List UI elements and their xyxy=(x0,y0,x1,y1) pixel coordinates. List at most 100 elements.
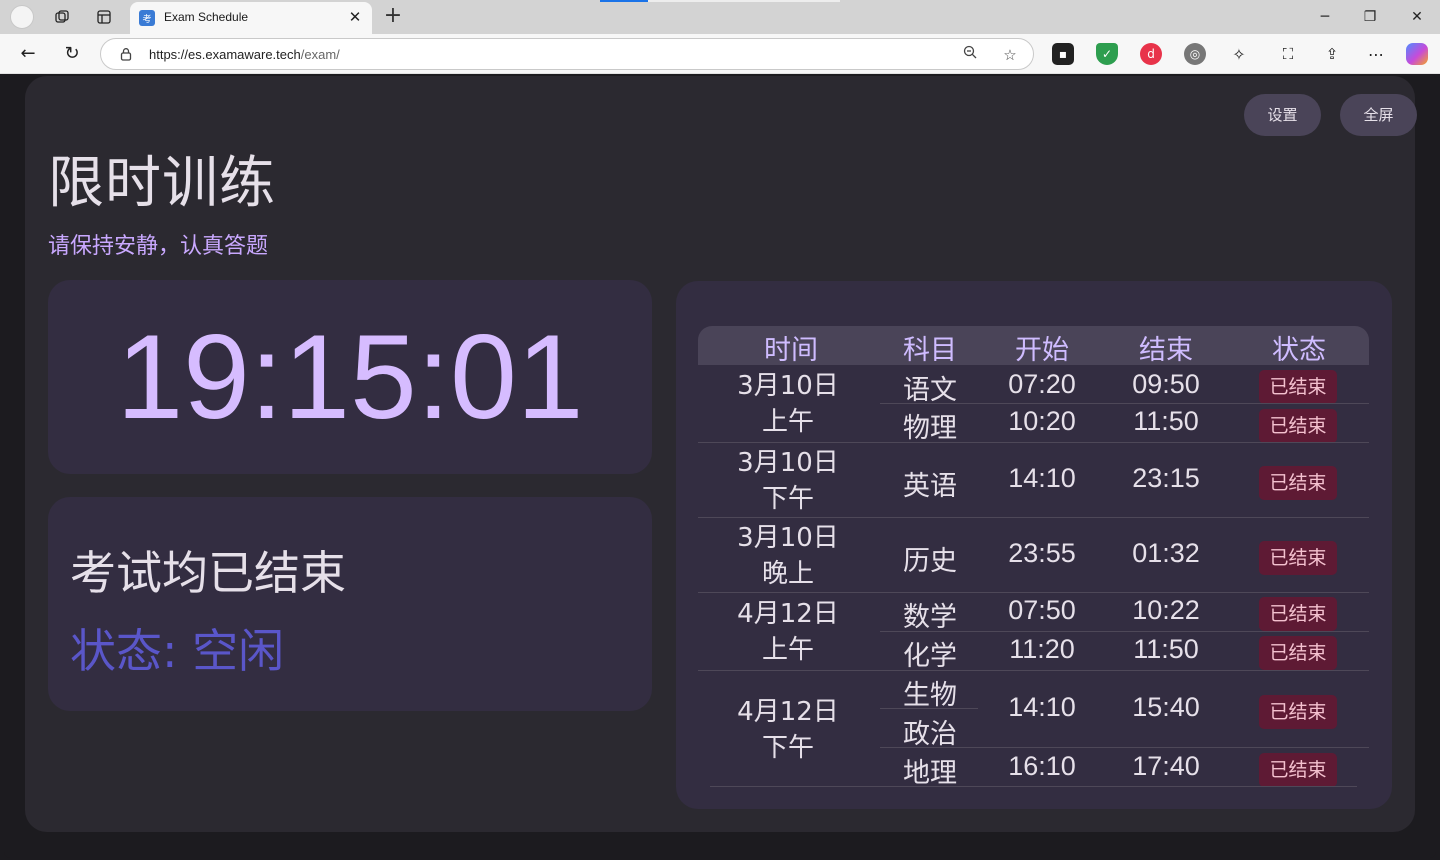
row-start: 14:10 xyxy=(1008,692,1076,722)
group-period: 上午 xyxy=(761,635,814,665)
row-divider xyxy=(698,517,1369,518)
browser-tab-active[interactable]: 考 Exam Schedule ✕ xyxy=(130,2,372,34)
status-badge: 已结束 xyxy=(1259,370,1337,404)
group-period: 上午 xyxy=(761,407,814,437)
window-close-icon[interactable]: ✕ xyxy=(1403,4,1431,30)
row-start: 07:20 xyxy=(1008,369,1076,399)
url-text: https://es.examaware.tech/exam/ xyxy=(149,47,340,62)
favicon-icon: 考 xyxy=(139,10,155,26)
row-end: 23:15 xyxy=(1132,463,1200,493)
row-subject: 地理 xyxy=(903,758,957,789)
zoom-icon[interactable] xyxy=(959,44,981,66)
table-header: 时间 科目 开始 结束 状态 xyxy=(698,326,1369,366)
group-period: 下午 xyxy=(761,484,814,514)
row-end: 01:32 xyxy=(1132,538,1200,568)
row-end: 10:22 xyxy=(1132,595,1200,625)
screenshot-icon[interactable]: ⛶ xyxy=(1277,43,1299,65)
status-state: 状态: 空闲 xyxy=(70,624,285,678)
row-subject: 英语 xyxy=(903,471,957,502)
status-card: 考试均已结束 状态: 空闲 xyxy=(48,497,652,711)
page-subtitle: 请保持安静，认真答题 xyxy=(48,234,269,259)
header-end: 结束 xyxy=(1139,335,1193,366)
header-status: 状态 xyxy=(1272,335,1326,366)
header-time: 时间 xyxy=(764,335,818,366)
row-end: 15:40 xyxy=(1132,692,1200,722)
row-start: 11:20 xyxy=(1009,634,1075,664)
status-badge: 已结束 xyxy=(1259,541,1337,575)
browser-tab-bar: 考 Exam Schedule ✕ + ─ ❐ ✕ xyxy=(0,0,1440,34)
row-end: 09:50 xyxy=(1132,369,1200,399)
row-start: 23:55 xyxy=(1008,538,1076,568)
status-badge: 已结束 xyxy=(1259,409,1337,443)
row-divider xyxy=(880,747,1369,748)
row-divider xyxy=(880,631,1369,632)
profile-icon[interactable] xyxy=(10,5,34,29)
status-badge: 已结束 xyxy=(1259,636,1337,670)
extension-icon-1[interactable]: ▪ xyxy=(1052,43,1074,65)
row-divider xyxy=(698,592,1369,593)
tab-indicator xyxy=(600,0,648,2)
row-divider xyxy=(880,403,1369,404)
extension-icon-3[interactable]: d xyxy=(1140,43,1162,65)
row-start: 07:50 xyxy=(1008,595,1076,625)
page-title: 限时训练 xyxy=(48,151,276,216)
row-divider xyxy=(698,670,1369,671)
status-message: 考试均已结束 xyxy=(70,546,346,600)
tab-indicator-track xyxy=(648,0,840,2)
group-date: 3月10日 xyxy=(737,448,839,478)
browser-nav-bar: ← ↻ https://es.examaware.tech/exam/ ☆ ▪ … xyxy=(0,34,1440,74)
shield-icon[interactable]: ✓ xyxy=(1096,43,1118,65)
address-bar[interactable]: https://es.examaware.tech/exam/ ☆ xyxy=(100,38,1034,70)
group-period: 下午 xyxy=(761,733,814,763)
status-badge: 已结束 xyxy=(1259,695,1337,729)
row-subject: 物理 xyxy=(903,413,957,444)
back-icon[interactable]: ← xyxy=(15,41,41,67)
row-subject-2: 政治 xyxy=(903,719,957,750)
row-subject: 生物 xyxy=(903,680,957,711)
row-divider xyxy=(710,786,1357,787)
row-subject: 历史 xyxy=(903,546,957,577)
copilot-icon[interactable] xyxy=(1406,43,1428,65)
header-start: 开始 xyxy=(1015,335,1069,366)
more-menu-icon[interactable]: ⋯ xyxy=(1365,43,1387,65)
new-tab-icon[interactable]: + xyxy=(380,4,406,30)
workspaces-icon[interactable] xyxy=(50,6,74,28)
tab-actions-icon[interactable] xyxy=(92,6,116,28)
schedule-table: 时间 科目 开始 结束 状态 3月10日 上午 3月10日 下午 3月10日 晚… xyxy=(676,281,1392,809)
extension-icon-4[interactable]: ◎ xyxy=(1184,43,1206,65)
clock-display: 19:15:01 xyxy=(48,280,652,474)
fullscreen-button[interactable]: 全屏 xyxy=(1340,94,1417,136)
row-end: 17:40 xyxy=(1132,751,1200,781)
restore-icon[interactable]: ❐ xyxy=(1356,4,1384,30)
row-start: 16:10 xyxy=(1008,751,1076,781)
group-date: 3月10日 xyxy=(737,371,839,401)
row-subject: 化学 xyxy=(903,641,957,672)
tab-title: Exam Schedule xyxy=(164,10,249,24)
group-date: 4月12日 xyxy=(737,697,839,727)
status-badge: 已结束 xyxy=(1259,466,1337,500)
url-path: /exam/ xyxy=(300,47,340,62)
header-subject: 科目 xyxy=(903,335,957,366)
minimize-icon[interactable]: ─ xyxy=(1311,4,1339,30)
url-host: https://es.examaware.tech xyxy=(149,47,301,62)
status-badge: 已结束 xyxy=(1259,753,1337,787)
row-end: 11:50 xyxy=(1133,406,1199,436)
row-start: 14:10 xyxy=(1008,463,1076,493)
extensions-puzzle-icon[interactable]: ✧ xyxy=(1228,43,1250,65)
subject-divider xyxy=(880,708,978,709)
row-subject: 数学 xyxy=(903,602,957,633)
status-badge: 已结束 xyxy=(1259,597,1337,631)
close-tab-icon[interactable]: ✕ xyxy=(346,8,364,26)
row-subject: 语文 xyxy=(903,375,957,406)
share-icon[interactable]: ⇪ xyxy=(1321,43,1343,65)
favorite-star-icon[interactable]: ☆ xyxy=(999,44,1021,66)
row-start: 10:20 xyxy=(1008,406,1076,436)
settings-button[interactable]: 设置 xyxy=(1244,94,1321,136)
group-date: 3月10日 xyxy=(737,523,839,553)
lock-icon xyxy=(120,48,132,61)
reload-icon[interactable]: ↻ xyxy=(59,41,85,67)
group-period: 晚上 xyxy=(761,559,814,589)
row-divider xyxy=(698,442,1369,443)
group-date: 4月12日 xyxy=(737,599,839,629)
row-end: 11:50 xyxy=(1133,634,1199,664)
